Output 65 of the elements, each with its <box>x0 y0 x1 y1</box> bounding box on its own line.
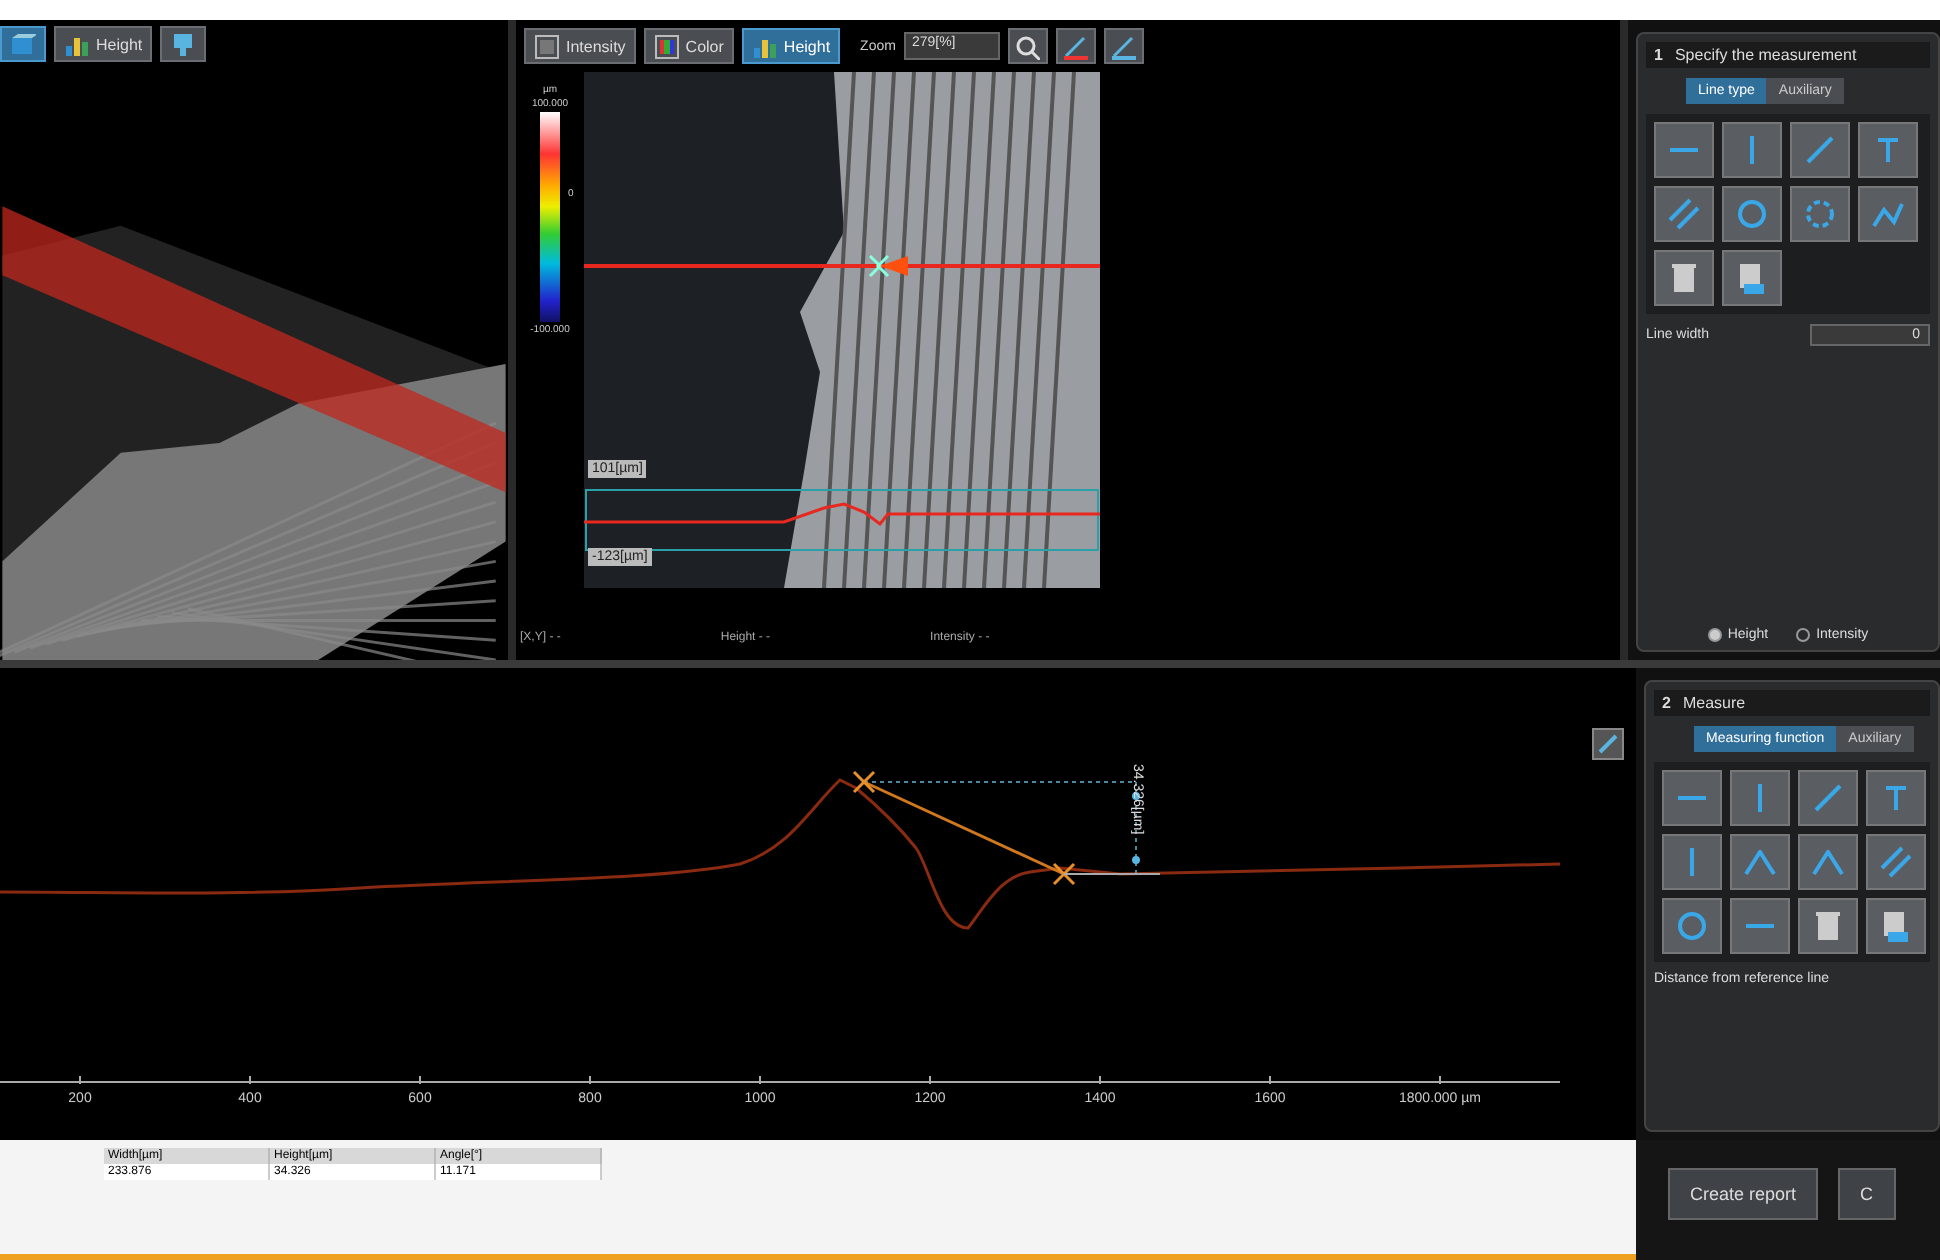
profile-edit-button[interactable] <box>1103 28 1144 64</box>
tool-button[interactable] <box>1798 770 1858 826</box>
tool-button[interactable] <box>1798 834 1858 890</box>
tool-button[interactable] <box>1654 250 1714 306</box>
circle-icon <box>1678 912 1706 940</box>
circle-icon <box>1738 200 1766 228</box>
line-tool-icon <box>1668 198 1700 230</box>
radio-button[interactable] <box>1796 628 1811 642</box>
view-settings-button[interactable] <box>160 26 207 62</box>
line-tool-icon <box>1750 134 1754 166</box>
document-reset-icon <box>1882 909 1910 943</box>
tool-button[interactable] <box>1654 122 1714 178</box>
view3d-icon <box>10 31 36 57</box>
tool-button[interactable] <box>1662 770 1722 826</box>
trash-icon <box>1814 910 1842 942</box>
line-tool-icon <box>1806 136 1834 164</box>
line-tool-icon <box>1668 148 1700 152</box>
tool-button[interactable] <box>1730 770 1790 826</box>
edit-button[interactable] <box>1592 728 1624 760</box>
step-number: 1 <box>1654 46 1663 64</box>
tool-button[interactable] <box>1858 122 1918 178</box>
line-tool-icon <box>1814 784 1842 812</box>
tool-button[interactable] <box>1790 122 1850 178</box>
tool-button[interactable] <box>1722 186 1782 242</box>
tool-button[interactable] <box>1866 770 1926 826</box>
tool-button[interactable] <box>1730 898 1790 954</box>
intensity-mode-button[interactable]: Intensity <box>524 28 636 64</box>
footer-button[interactable]: Create report <box>1668 1168 1819 1220</box>
tool-button[interactable] <box>1662 898 1722 954</box>
color-icon <box>653 33 680 59</box>
line-tool-icon <box>1880 846 1912 878</box>
tool-button[interactable] <box>1730 834 1790 890</box>
tool-button[interactable] <box>1654 186 1714 242</box>
line-tool-icon <box>1884 785 1908 811</box>
height-view-button[interactable]: Height <box>54 26 153 62</box>
document-reset-icon <box>1738 261 1766 295</box>
tool-button[interactable] <box>1790 186 1850 242</box>
dashed-circle-icon <box>1806 200 1834 228</box>
line-tool-icon <box>1676 796 1708 800</box>
trash-icon <box>1670 262 1698 294</box>
polyline-icon <box>1872 201 1904 227</box>
3d-view-button[interactable] <box>0 26 46 62</box>
profile-line-button[interactable] <box>1055 28 1096 64</box>
line-tool-icon <box>1758 782 1762 814</box>
footer-button[interactable]: C <box>1838 1168 1896 1220</box>
angle-icon <box>1744 849 1776 875</box>
section-title: Measure <box>1682 694 1746 712</box>
tool-button[interactable] <box>1866 898 1926 954</box>
color-mode-button[interactable]: Color <box>643 28 734 64</box>
tool-button[interactable] <box>1858 186 1918 242</box>
section-title: Specify the measurement <box>1674 46 1857 64</box>
tool-button[interactable] <box>1662 834 1722 890</box>
line-tool-icon <box>1690 846 1694 878</box>
step-number: 2 <box>1662 694 1671 712</box>
tool-button[interactable] <box>1722 250 1782 306</box>
line-tool-icon <box>1876 137 1900 163</box>
intensity-icon <box>534 33 560 59</box>
tool-button[interactable] <box>1798 898 1858 954</box>
angle-icon <box>1812 849 1844 875</box>
radio-button[interactable] <box>1707 628 1722 642</box>
line-tool-icon <box>1744 924 1776 928</box>
tool-button[interactable] <box>1866 834 1926 890</box>
tool-button[interactable] <box>1722 122 1782 178</box>
height-mode-button[interactable]: Height <box>741 28 841 64</box>
search-button[interactable] <box>1007 28 1048 64</box>
